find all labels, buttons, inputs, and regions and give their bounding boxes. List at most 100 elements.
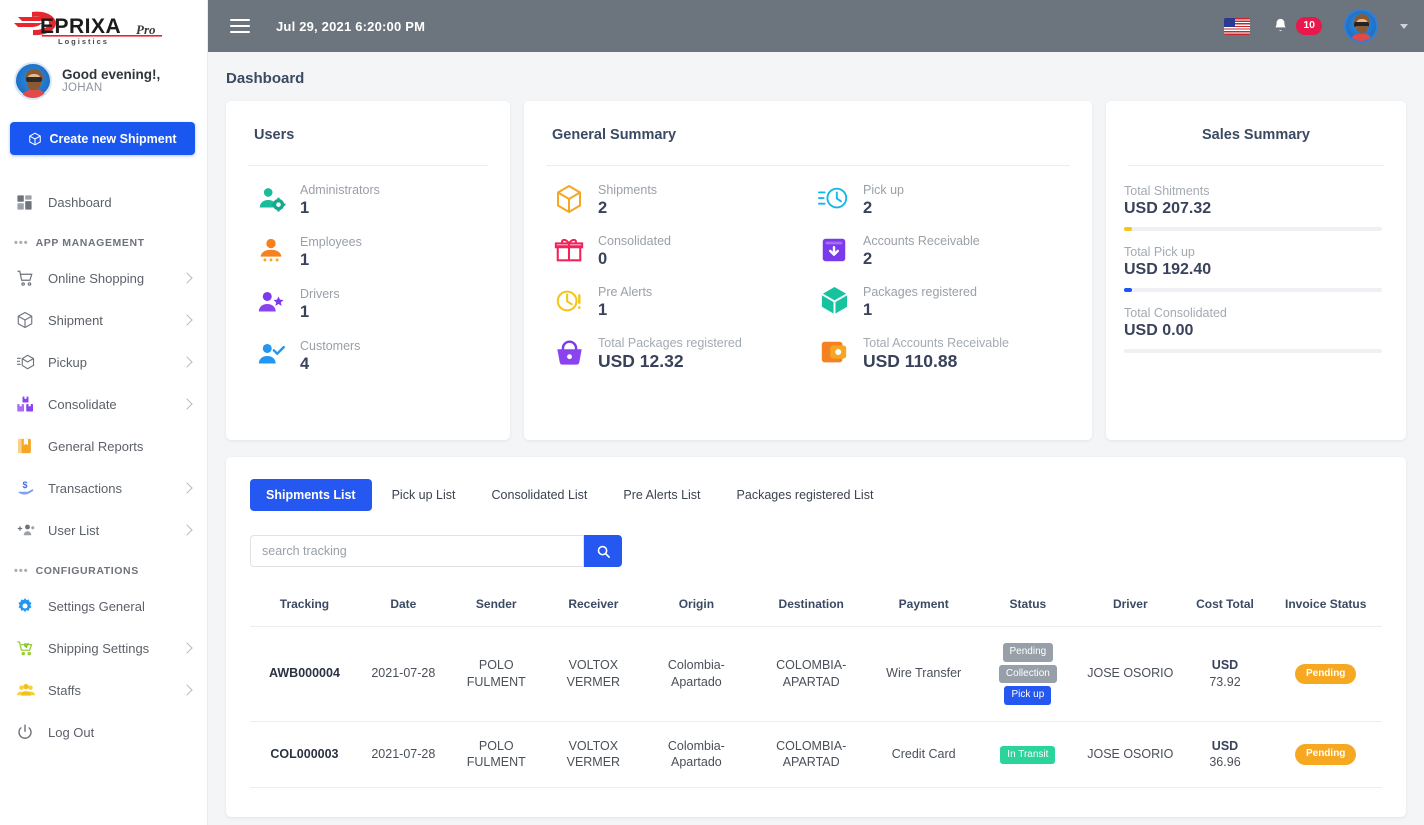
package-icon [552, 182, 586, 216]
search-input[interactable] [250, 535, 584, 567]
chevron-right-icon [181, 684, 193, 696]
cell-payment: Credit Card [871, 721, 976, 789]
col-status: Status [975, 587, 1080, 627]
stat-value: 2 [863, 199, 873, 218]
search-button[interactable] [584, 535, 622, 567]
stat-label: Consolidated [598, 233, 671, 248]
stat-accounts-receivable: Accounts Receivable 2 [817, 233, 1072, 270]
sidebar-item-transactions[interactable]: $ Transactions [0, 467, 207, 509]
sidebar-user-block[interactable]: Good evening!, JOHAN [0, 52, 207, 104]
stat-value: 0 [598, 250, 608, 269]
gift-icon [552, 233, 586, 267]
tab-pick-up-list[interactable]: Pick up List [376, 479, 472, 511]
sidebar-item-log-out[interactable]: Log Out [0, 711, 207, 753]
col-invoice-status: Invoice Status [1269, 587, 1382, 627]
list-tabs: Shipments List Pick up List Consolidated… [226, 479, 1406, 511]
svg-text:$: $ [23, 480, 28, 490]
sidebar-item-label: Pickup [48, 354, 88, 370]
progress-bar [1124, 227, 1382, 231]
sidebar-item-staffs[interactable]: Staffs [0, 669, 207, 711]
sidebar-item-general-reports[interactable]: General Reports [0, 425, 207, 467]
username-text: JOHAN [62, 82, 103, 95]
reports-icon [16, 437, 40, 455]
sidebar-item-user-list[interactable]: User List [0, 509, 207, 551]
clock-pickup-icon [817, 182, 851, 216]
sales-label: Total Pick up [1124, 245, 1195, 259]
staffs-icon [16, 681, 40, 699]
brand-logo[interactable]: EPRIXA Pro Logistics [0, 0, 207, 52]
power-icon [16, 723, 40, 741]
sidebar: EPRIXA Pro Logistics Good evening!, JOHA… [0, 0, 208, 825]
table-row[interactable]: AWB000004 2021-07-28 POLO FULMENT VOLTOX… [250, 626, 1382, 722]
user-tie-icon [254, 234, 288, 268]
col-cost-total: Cost Total [1180, 587, 1270, 627]
stat-value: USD 12.32 [598, 350, 684, 371]
stat-label: Total Accounts Receivable [863, 335, 1009, 350]
stat-total-packages-registered: Total Packages registered USD 12.32 [552, 335, 807, 373]
cell-driver: JOSE OSORIO [1079, 721, 1181, 789]
stat-value: USD 110.88 [863, 350, 958, 371]
status-badge: Collection [998, 664, 1057, 683]
status-badge: Pick up [1004, 686, 1052, 705]
us-flag-icon[interactable] [1224, 17, 1251, 35]
chevron-right-icon [181, 398, 193, 410]
stat-packages-registered: Packages registered 1 [817, 284, 1072, 321]
stat-drivers: Drivers 1 [254, 286, 510, 323]
sales-value: USD 207.32 [1124, 200, 1212, 217]
sidebar-item-label: General Reports [48, 438, 144, 454]
cost-currency: USD [1211, 657, 1239, 672]
sidebar-item-online-shopping[interactable]: Online Shopping [0, 257, 207, 299]
shipments-list-card: Shipments List Pick up List Consolidated… [226, 457, 1406, 817]
topbar: Jul 29, 2021 6:20:00 PM 10 [208, 0, 1424, 52]
cell-invoice-status: Pending [1269, 721, 1382, 789]
stat-label: Administrators [300, 183, 380, 197]
stat-label: Shipments [598, 183, 658, 197]
dashboard-icon [16, 194, 40, 211]
stat-administrators: Administrators 1 [254, 182, 510, 219]
stat-label: Pre Alerts [598, 284, 653, 299]
sales-label: Total Shitments [1124, 184, 1210, 198]
table-row[interactable]: COL000003 2021-07-28 POLO FULMENT VOLTOX… [250, 721, 1382, 789]
sidebar-item-dashboard[interactable]: Dashboard [0, 181, 207, 223]
create-new-shipment-button[interactable]: Create new Shipment [10, 122, 195, 155]
ellipsis-icon: ••• [14, 564, 29, 577]
search-bar [226, 511, 1406, 567]
notifications-button[interactable]: 10 [1272, 17, 1322, 35]
sidebar-section-app-management: ••• APP MANAGEMENT [0, 223, 207, 257]
stat-value: 1 [300, 303, 310, 321]
cell-tracking: COL000003 [250, 721, 359, 789]
sales-total-consolidated: Total Consolidated USD 0.00 [1124, 306, 1382, 353]
wallet-icon [817, 335, 851, 369]
tab-consolidated-list[interactable]: Consolidated List [476, 479, 604, 511]
user-avatar-button[interactable] [1344, 9, 1378, 43]
svg-text:Logistics: Logistics [58, 37, 109, 46]
table-header-row: Tracking Date Sender Receiver Origin Des… [250, 587, 1382, 627]
cell-cost-total: USD 36.96 [1180, 721, 1270, 789]
stat-shipments: Shipments 2 [552, 182, 807, 219]
progress-bar [1124, 288, 1382, 292]
hamburger-menu-icon[interactable] [230, 15, 250, 37]
sidebar-item-label: Staffs [48, 682, 82, 698]
chevron-right-icon [181, 314, 193, 326]
sidebar-item-consolidate[interactable]: Consolidate [0, 383, 207, 425]
tab-pre-alerts-list[interactable]: Pre Alerts List [607, 479, 716, 511]
cell-sender: POLO FULMENT [447, 721, 545, 789]
tab-packages-registered-list[interactable]: Packages registered List [721, 479, 890, 511]
chevron-down-icon[interactable] [1400, 23, 1408, 29]
cell-cost-total: USD 73.92 [1180, 626, 1270, 722]
notification-badge: 10 [1296, 17, 1322, 35]
stat-value: 1 [300, 251, 310, 270]
sidebar-item-pickup[interactable]: Pickup [0, 341, 207, 383]
sidebar-item-shipping-settings[interactable]: Shipping Settings [0, 627, 207, 669]
cell-payment: Wire Transfer [871, 626, 976, 722]
chevron-right-icon [181, 524, 193, 536]
chevron-right-icon [181, 272, 193, 284]
sidebar-item-settings-general[interactable]: Settings General [0, 585, 207, 627]
col-sender: Sender [447, 587, 545, 627]
sidebar-section-label: APP MANAGEMENT [35, 237, 145, 249]
sidebar-item-shipment[interactable]: Shipment [0, 299, 207, 341]
sidebar-nav: Dashboard ••• APP MANAGEMENT Online Shop… [0, 181, 207, 753]
box-icon [29, 132, 42, 145]
tab-shipments-list[interactable]: Shipments List [250, 479, 372, 511]
stat-label: Employees [300, 234, 362, 249]
